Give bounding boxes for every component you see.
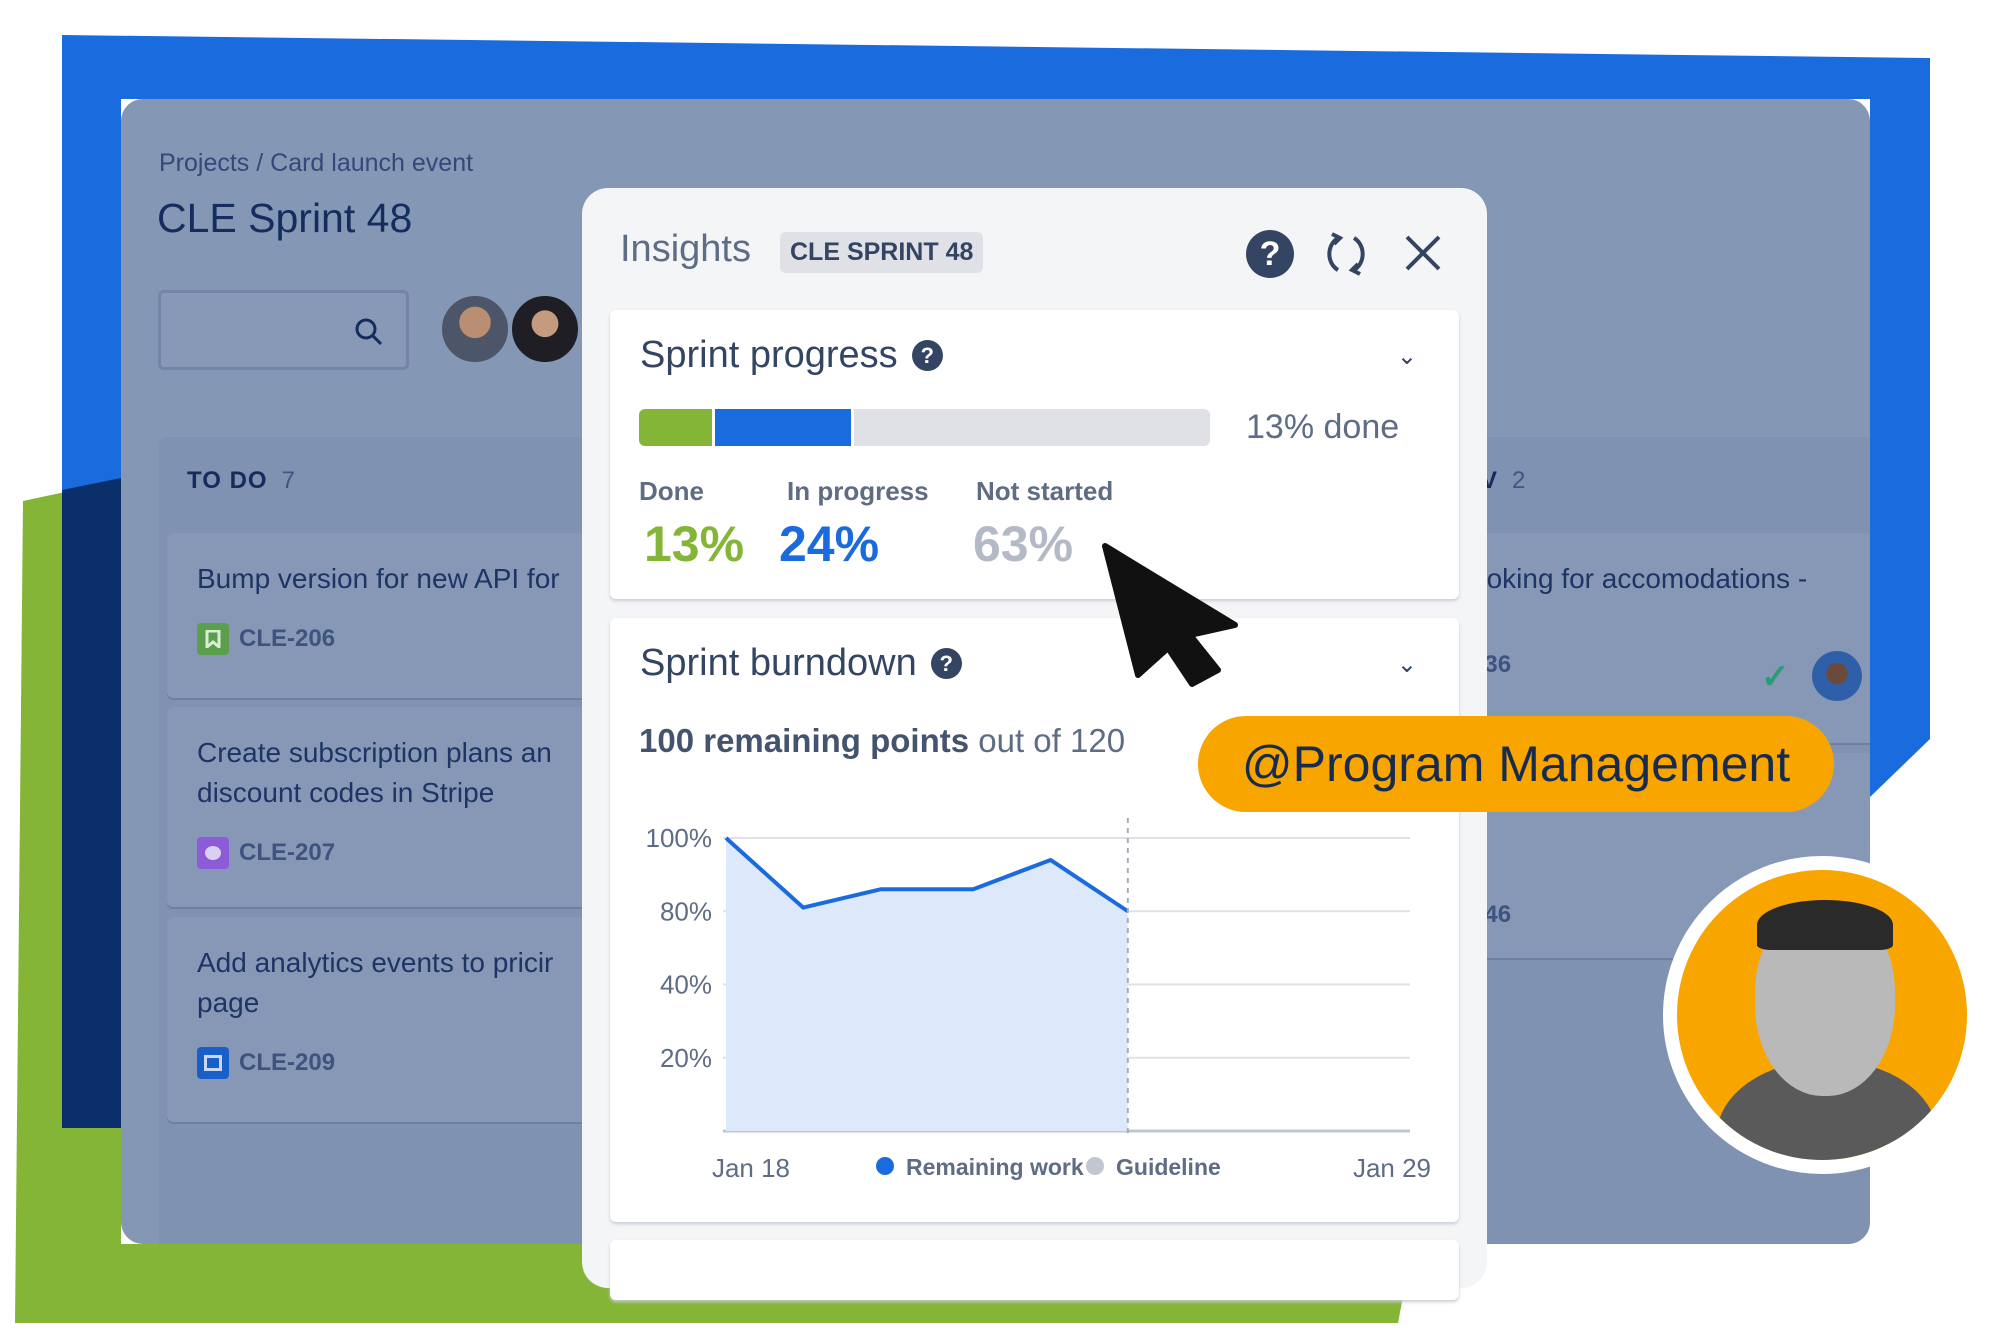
photo-hair bbox=[1757, 900, 1893, 950]
x-tick-label: Jan 18 bbox=[712, 1153, 790, 1183]
y-tick-label: 20% bbox=[660, 1043, 712, 1073]
mention-tag: @Program Management bbox=[1198, 716, 1834, 812]
user-photo bbox=[1663, 856, 1981, 1174]
y-tick-label: 100% bbox=[646, 823, 713, 853]
y-tick-label: 40% bbox=[660, 970, 712, 1000]
legend-marker bbox=[1086, 1157, 1104, 1175]
x-tick-label: Jan 29 bbox=[1353, 1153, 1431, 1183]
remaining-work-area bbox=[726, 838, 1128, 1131]
burndown-chart: 100% 80% 40% 20% Jan 18 Jan 29 Remaining work G… bbox=[646, 818, 1431, 1183]
mouse-cursor-icon bbox=[1102, 543, 1238, 687]
y-tick-label: 80% bbox=[660, 896, 712, 926]
legend-label: Remaining work bbox=[906, 1154, 1084, 1180]
legend-marker bbox=[876, 1157, 894, 1175]
legend-label: Guideline bbox=[1116, 1154, 1221, 1180]
